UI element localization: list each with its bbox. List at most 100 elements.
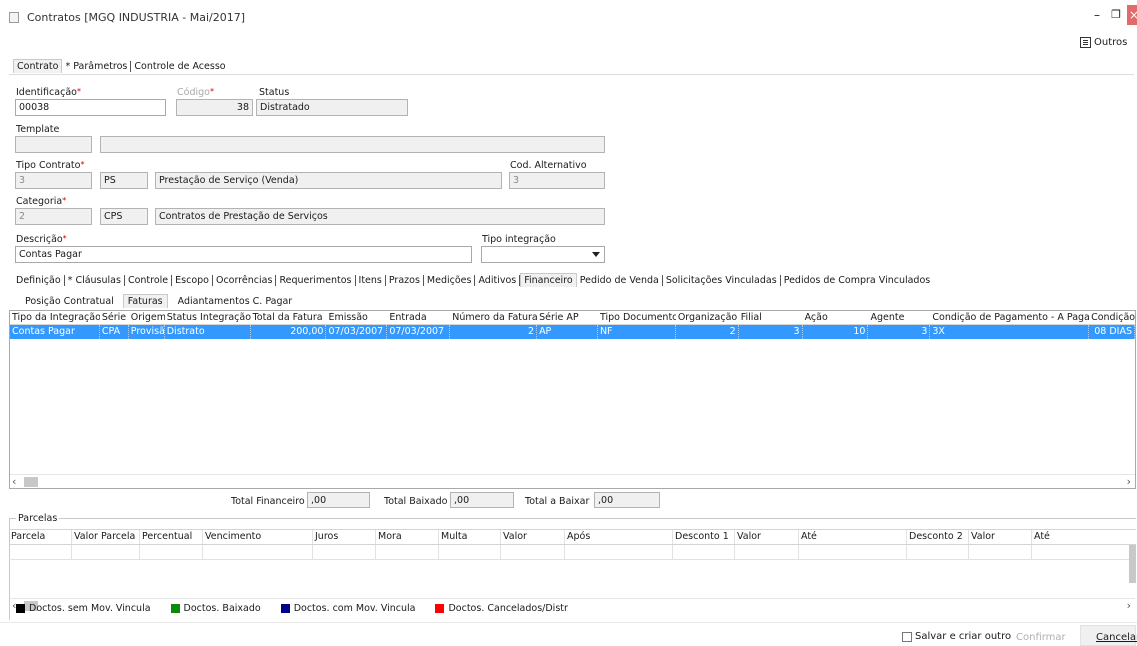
tab-contrato[interactable]: Contrato <box>13 59 63 73</box>
col-header[interactable]: Desconto 2 <box>907 530 969 544</box>
scroll-thumb[interactable] <box>24 477 38 487</box>
confirmar-button[interactable]: Confirmar <box>1016 632 1066 643</box>
total-financeiro-label: Total Financeiro <box>231 496 305 507</box>
col-header[interactable]: Até <box>1032 530 1127 544</box>
table-cell: 200,00 <box>251 325 327 339</box>
template-code-field[interactable] <box>15 136 92 153</box>
col-header[interactable]: Filial <box>739 311 803 324</box>
col-header[interactable]: Valor Parcela <box>72 530 140 544</box>
categoria-id-field[interactable]: 2 <box>15 208 92 225</box>
table-cell: Contas Pagar <box>10 325 100 339</box>
table-cell: Provisã <box>130 325 165 339</box>
col-header[interactable]: Origem <box>129 311 165 324</box>
parcelas-empty-row[interactable] <box>9 545 1136 560</box>
col-header[interactable]: Condição <box>1089 311 1135 324</box>
tab-definicao[interactable]: Definição <box>13 274 65 286</box>
tab-clausulas[interactable]: * Cláusulas <box>65 274 125 286</box>
col-header[interactable]: Valor <box>501 530 565 544</box>
col-header[interactable]: Agente <box>868 311 930 324</box>
tab-pedidos-compra-vinculados[interactable]: Pedidos de Compra Vinculados <box>781 275 934 286</box>
table-row[interactable]: Contas Pagar CPA Provisã Distrato 200,00… <box>10 325 1135 339</box>
col-header[interactable]: Mora <box>376 530 439 544</box>
scroll-right-icon[interactable]: › <box>1127 599 1131 613</box>
total-a-baixar-field: ,00 <box>594 492 660 508</box>
divider <box>9 74 1134 75</box>
minimize-icon[interactable]: – <box>1091 9 1103 22</box>
tab-itens[interactable]: Itens <box>356 274 386 286</box>
table-cell: 10 <box>803 325 869 339</box>
parcelas-grid-header: Parcela Valor Parcela Percentual Vencime… <box>9 530 1136 545</box>
table-cell <box>376 545 439 559</box>
col-header[interactable]: Condição de Pagamento - A Pagar <box>930 311 1089 324</box>
table-cell <box>1032 545 1127 559</box>
restore-icon[interactable]: ❐ <box>1110 8 1122 22</box>
total-financeiro-field: ,00 <box>307 492 370 508</box>
table-cell: NF <box>598 325 676 339</box>
close-icon[interactable]: × <box>1127 5 1137 25</box>
tab-parametros[interactable]: * Parâmetros <box>62 60 132 72</box>
tab-controle-acesso[interactable]: Controle de Acesso <box>131 61 228 72</box>
descricao-field[interactable]: Contas Pagar <box>15 246 472 263</box>
scroll-left-icon[interactable]: ‹ <box>12 475 16 489</box>
col-header[interactable]: Emissão <box>326 311 387 324</box>
cod-alternativo-label: Cod. Alternativo <box>510 160 587 171</box>
template-label: Template <box>16 124 60 135</box>
col-header[interactable]: Número da Fatura <box>450 311 537 324</box>
checkbox-icon[interactable] <box>902 631 912 642</box>
cod-alternativo-field[interactable]: 3 <box>509 172 605 189</box>
cancelar-button[interactable]: Cancelar <box>1080 625 1137 646</box>
col-header[interactable]: Série <box>100 311 129 324</box>
col-header[interactable]: Multa <box>439 530 501 544</box>
col-header[interactable]: Parcela <box>9 530 72 544</box>
tab-medicoes[interactable]: Medições <box>424 274 476 286</box>
col-header[interactable]: Valor <box>969 530 1032 544</box>
footer-divider <box>0 622 1137 623</box>
col-header[interactable]: Após <box>565 530 673 544</box>
col-header[interactable]: Organização <box>676 311 739 324</box>
identificacao-field[interactable]: 00038 <box>15 99 166 116</box>
tab-posicao-contratual[interactable]: Posição Contratual <box>20 296 119 307</box>
scroll-right-icon[interactable]: › <box>1127 475 1131 489</box>
col-header[interactable]: Desconto 1 <box>673 530 735 544</box>
tab-faturas[interactable]: Faturas <box>122 294 168 308</box>
table-cell: AP <box>537 325 598 339</box>
section-tabs: Definição * Cláusulas Controle Escopo Oc… <box>13 272 933 288</box>
salvar-criar-checkbox[interactable]: Salvar e criar outro <box>902 631 1011 642</box>
col-header[interactable]: Percentual <box>140 530 203 544</box>
faturas-hscrollbar[interactable]: ‹ › <box>10 474 1135 488</box>
template-desc-field <box>100 136 605 153</box>
col-header[interactable]: Juros <box>313 530 376 544</box>
tab-solicitacoes-vinculadas[interactable]: Solicitações Vinculadas <box>663 274 781 286</box>
col-header[interactable]: Até <box>799 530 907 544</box>
total-baixado-label: Total Baixado <box>384 496 448 507</box>
tipo-contrato-code-field: PS <box>100 172 148 189</box>
legend-swatch <box>170 604 180 613</box>
window-title: Contratos [MGQ INDUSTRIA - Mai/2017] <box>27 11 246 24</box>
tipo-contrato-id-field[interactable]: 3 <box>15 172 92 189</box>
tab-ocorrencias[interactable]: Ocorrências <box>213 274 277 286</box>
tab-controle[interactable]: Controle <box>125 274 173 286</box>
col-header[interactable]: Tipo Documento <box>598 311 676 324</box>
tab-prazos[interactable]: Prazos <box>386 274 424 286</box>
table-cell: 3 <box>868 325 931 339</box>
tab-escopo[interactable]: Escopo <box>172 274 213 286</box>
tab-aditivos[interactable]: Aditivos <box>475 274 521 286</box>
tab-adiantamentos[interactable]: Adiantamentos C. Pagar <box>172 296 299 307</box>
col-header[interactable]: Ação <box>803 311 869 324</box>
col-header[interactable]: Entrada <box>387 311 450 324</box>
tab-requerimentos[interactable]: Requerimentos <box>276 274 356 286</box>
col-header[interactable]: Status Integração <box>165 311 251 324</box>
parcelas-vscroll-thumb[interactable] <box>1129 545 1136 583</box>
col-header[interactable]: Tipo da Integração <box>10 311 100 324</box>
tab-pedido-venda[interactable]: Pedido de Venda <box>577 274 663 286</box>
col-header[interactable]: Vencimento <box>203 530 313 544</box>
table-cell <box>439 545 501 559</box>
col-header[interactable]: Valor <box>735 530 799 544</box>
col-header[interactable]: Série AP <box>537 311 598 324</box>
tipo-integracao-select[interactable] <box>481 246 605 263</box>
legend-item: Doctos. Cancelados/Distr <box>435 603 568 614</box>
legend-label: Doctos. com Mov. Vincula <box>293 603 416 614</box>
tab-financeiro[interactable]: Financeiro <box>520 273 577 287</box>
outros-button[interactable]: Outros <box>1080 34 1127 50</box>
col-header[interactable]: Total da Fatura <box>251 311 327 324</box>
